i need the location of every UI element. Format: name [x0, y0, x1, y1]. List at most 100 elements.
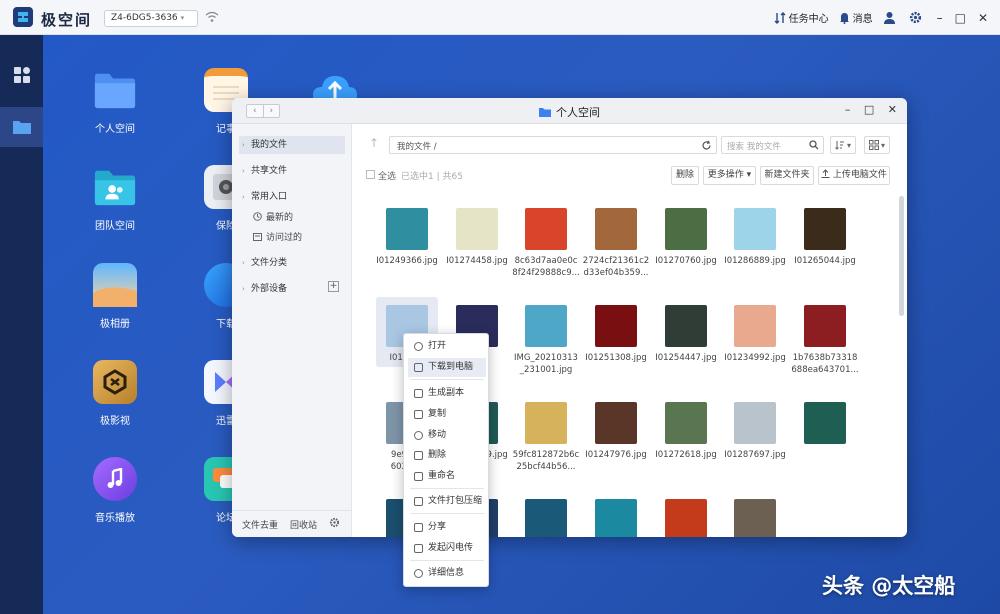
sidebar-item-categories[interactable]: › 文件分类 — [239, 254, 345, 272]
add-device-button[interactable]: + — [328, 281, 339, 292]
device-selector[interactable]: Z4-6DG5-3636 ▾ — [104, 10, 198, 27]
sort-button[interactable]: ▾ — [830, 136, 856, 154]
file-item[interactable] — [720, 499, 790, 537]
desktop-icon-team-space[interactable]: 团队空间 — [75, 165, 155, 232]
file-item[interactable]: I01249366.jpg — [372, 208, 442, 267]
context-menu-item[interactable]: 复制 — [408, 405, 486, 424]
file-item[interactable] — [581, 499, 651, 537]
context-menu: 打开下载到电脑生成副本复制移动 删除重命名文件打包压缩 分享发起闪电传详细信息 — [403, 333, 489, 587]
recycle-bin-button[interactable]: 回收站 — [290, 518, 317, 531]
file-item[interactable] — [511, 499, 581, 537]
file-item[interactable]: I01234992.jpg — [720, 305, 790, 364]
window-minimize-button[interactable]: – — [845, 103, 851, 116]
gear-icon[interactable] — [329, 517, 340, 528]
delete-button[interactable]: 删除 — [671, 166, 699, 185]
messages-button[interactable]: 消息 — [839, 10, 873, 25]
context-menu-item[interactable]: 重命名 — [408, 467, 486, 486]
desktop-icon-label: 音乐播放 — [95, 513, 135, 524]
back-button[interactable]: ‹ — [247, 105, 263, 117]
file-item[interactable]: I01270760.jpg — [651, 208, 721, 267]
path-bar[interactable]: 我的文件 / — [389, 136, 717, 154]
rail-apps-button[interactable] — [0, 55, 43, 95]
more-actions-button[interactable]: 更多操作 ▾ — [703, 166, 756, 185]
file-name: 8c63d7aa0e0c 8f24f29888c9... — [511, 255, 581, 279]
path-text: 我的文件 / — [397, 142, 437, 152]
file-item[interactable]: I01265044.jpg — [790, 208, 860, 267]
file-thumbnail — [525, 499, 567, 537]
task-center-label: 任务中心 — [788, 14, 829, 25]
desktop-icon-photo-album[interactable]: 极相册 — [75, 263, 155, 330]
context-menu-item[interactable]: 删除 — [408, 446, 486, 465]
file-item[interactable]: 1b7638b73318 688ea643701... — [790, 305, 860, 376]
file-name: I01249366.jpg — [372, 255, 442, 267]
sidebar-item-shared-files[interactable]: › 共享文件 — [239, 162, 345, 180]
file-name: I01265044.jpg — [790, 255, 860, 267]
file-name-line: I01254447.jpg — [655, 353, 717, 363]
file-item[interactable]: 2724cf21361c2 d33ef04b359... — [581, 208, 651, 279]
user-button[interactable] — [883, 11, 899, 24]
desktop-icon-music[interactable]: 音乐播放 — [75, 457, 155, 524]
file-name: 59fc812872b6c 25bcf44b56... — [511, 449, 581, 473]
context-menu-item[interactable]: 下载到电脑 — [408, 358, 486, 377]
view-toggle-button[interactable]: ▾ — [864, 136, 890, 154]
file-thumbnail — [734, 499, 776, 537]
context-menu-item[interactable]: 详细信息 — [408, 564, 486, 583]
sidebar-item-my-files[interactable]: › 我的文件 — [239, 136, 345, 154]
sidebar-item-visited[interactable]: 访问过的 — [253, 230, 302, 243]
context-menu-item[interactable]: 生成副本 — [408, 384, 486, 403]
desktop-icon-personal-space[interactable]: 个人空间 — [75, 68, 155, 135]
context-menu-item[interactable]: 分享 — [408, 518, 486, 537]
task-center-button[interactable]: 任务中心 — [774, 10, 829, 25]
file-item[interactable] — [651, 499, 721, 537]
file-item[interactable] — [790, 402, 860, 449]
search-input[interactable]: 搜索 我的文件 — [721, 136, 824, 154]
upload-label: 上传电脑文件 — [832, 170, 887, 180]
select-all-label[interactable]: 全选 — [378, 169, 396, 182]
close-button[interactable]: ✕ — [978, 11, 988, 25]
parent-folder-button[interactable]: ↑ — [365, 136, 383, 154]
share-icon — [414, 523, 423, 532]
vertical-scrollbar[interactable] — [899, 196, 904, 316]
new-folder-button[interactable]: 新建文件夹 — [760, 166, 814, 185]
select-all-checkbox[interactable] — [366, 170, 375, 179]
sidebar-item-common-entry[interactable]: › 常用入口 — [239, 188, 345, 206]
desktop-icon-label: 团队空间 — [95, 221, 135, 232]
dedupe-button[interactable]: 文件去重 — [242, 518, 278, 531]
context-menu-item[interactable]: 打开 — [408, 337, 486, 356]
app-title: 极空间 — [41, 11, 93, 29]
window-maximize-button[interactable]: □ — [864, 103, 874, 116]
window-close-button[interactable]: ✕ — [888, 103, 897, 116]
desktop-icon-video[interactable]: 极影视 — [75, 360, 155, 427]
context-menu-item[interactable]: 发起闪电传 — [408, 539, 486, 558]
file-item[interactable]: I01286889.jpg — [720, 208, 790, 267]
file-name-line: 1b7638b73318 — [792, 353, 858, 363]
selection-count: 已选中1 | 共65 — [401, 172, 463, 182]
rail-files-button[interactable] — [0, 107, 43, 147]
file-item[interactable]: IMG_20210313 _231001.jpg — [511, 305, 581, 376]
file-item[interactable]: I01247976.jpg — [581, 402, 651, 461]
gear-icon — [909, 11, 921, 24]
upload-button[interactable]: 上传电脑文件 — [818, 166, 890, 185]
flash-transfer-icon — [414, 544, 423, 553]
bell-icon — [839, 12, 849, 24]
context-menu-item[interactable]: 文件打包压缩 — [408, 492, 486, 511]
sidebar-item-recent[interactable]: 最新的 — [253, 210, 293, 223]
grid-view-icon — [868, 140, 879, 150]
file-item[interactable]: I01274458.jpg — [442, 208, 512, 267]
file-item[interactable]: I01287697.jpg — [720, 402, 790, 461]
file-item[interactable]: I01272618.jpg — [651, 402, 721, 461]
settings-button[interactable] — [909, 11, 925, 24]
user-icon — [883, 12, 895, 24]
file-thumbnail — [804, 305, 846, 347]
file-item[interactable]: I01251308.jpg — [581, 305, 651, 364]
file-item[interactable]: 59fc812872b6c 25bcf44b56... — [511, 402, 581, 473]
file-item[interactable]: I01254447.jpg — [651, 305, 721, 364]
refresh-icon[interactable] — [701, 140, 712, 151]
minimize-button[interactable]: – — [937, 11, 943, 25]
file-item[interactable]: 8c63d7aa0e0c 8f24f29888c9... — [511, 208, 581, 279]
forward-button[interactable]: › — [262, 105, 280, 117]
maximize-button[interactable]: □ — [955, 11, 966, 25]
context-menu-item[interactable]: 移动 — [408, 426, 486, 445]
file-name: I01272618.jpg — [651, 449, 721, 461]
file-name-line: 8c63d7aa0e0c — [514, 256, 578, 266]
